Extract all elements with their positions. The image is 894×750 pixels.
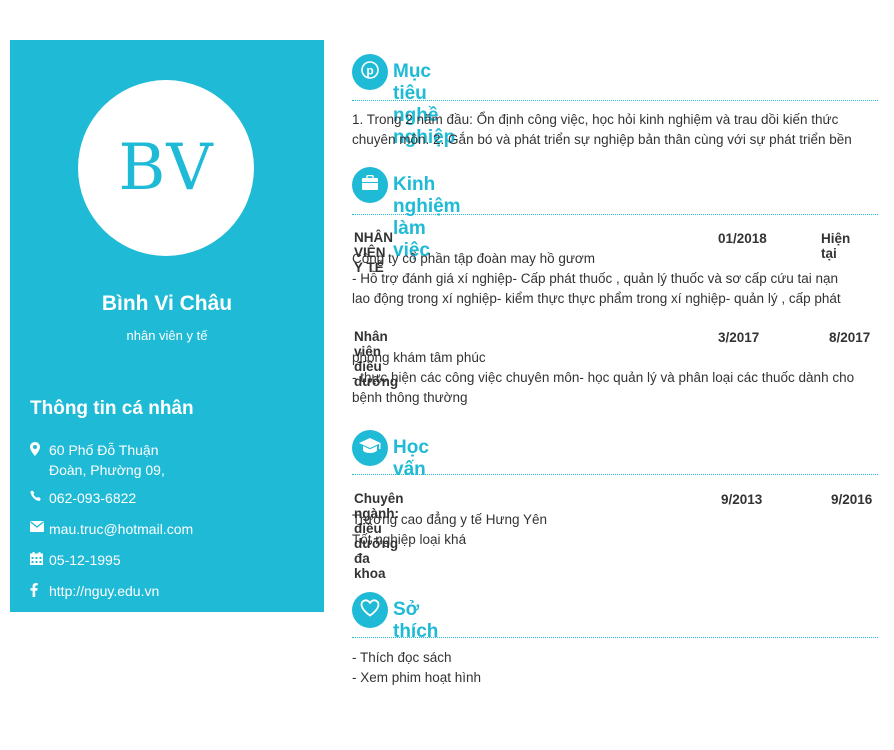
- objective-line-1: 1. Trong 2 năm đầu: Ổn định công việc, h…: [352, 112, 839, 127]
- avatar: BV: [78, 80, 254, 256]
- phone-number: 062-093-6822: [49, 490, 137, 506]
- job-2-end: 8/2017: [829, 330, 871, 345]
- website-link[interactable]: http://nguy.edu.vn: [49, 581, 159, 601]
- job-1-desc-line-1: - Hỗ trợ đánh giá xí nghiệp- Cấp phát th…: [352, 271, 839, 286]
- job-1-start: 01/2018: [718, 231, 767, 246]
- objective-divider: [352, 100, 878, 101]
- job-2-company: phòng khám tâm phúc: [352, 350, 486, 365]
- phone-icon: [30, 488, 49, 502]
- objective-line-2: chuyên môn. 2. Gắn bó và phát triển sự n…: [352, 132, 852, 147]
- job-2-desc-line-1: - thực hiện các công việc chuyên môn- họ…: [352, 370, 855, 385]
- map-marker-icon: [30, 440, 49, 456]
- avatar-initials: BV: [118, 131, 214, 205]
- phone-row: 062-093-6822: [30, 488, 136, 508]
- email-row: mau.truc@hotmail.com: [30, 519, 193, 539]
- job-2-desc-line-2: bệnh thông thường: [352, 390, 468, 405]
- briefcase-icon: [361, 174, 379, 196]
- email-address[interactable]: mau.truc@hotmail.com: [49, 519, 193, 539]
- job-2-start: 3/2017: [718, 330, 760, 345]
- address-row: 60 Phố Đỗ Thuận Đoàn, Phường 09,: [30, 440, 165, 480]
- experience-divider: [352, 214, 878, 215]
- profile-sidebar: BV Bình Vi Châu nhân viên y tế Thông tin…: [10, 40, 324, 612]
- hobby-item: - Thích đọc sách: [352, 650, 452, 665]
- heart-icon: [360, 598, 380, 622]
- job-2-details: phòng khám tâm phúc - thực hiện các công…: [352, 348, 878, 408]
- job-1-company: Công ty cổ phần tập đoàn may hồ gươm: [352, 251, 596, 266]
- objective-text: 1. Trong 2 năm đầu: Ổn định công việc, h…: [352, 110, 878, 150]
- website-row: http://nguy.edu.vn: [30, 581, 159, 601]
- education-start: 9/2013: [721, 492, 763, 507]
- education-end: 9/2016: [831, 492, 873, 507]
- education-details: Trường cao đẳng y tế Hưng Yên Tốt nghiệp…: [352, 510, 878, 550]
- hobby-item: - Xem phim hoạt hình: [352, 670, 482, 685]
- hobbies-list: - Thích đọc sách - Xem phim hoạt hình: [352, 648, 878, 688]
- envelope-icon: [30, 519, 49, 532]
- address-line-2: Đoàn, Phường 09,: [49, 462, 165, 478]
- profile-job-title: nhân viên y tế: [126, 328, 208, 343]
- pinterest-icon: p: [360, 60, 380, 85]
- date-of-birth: 05-12-1995: [49, 552, 121, 568]
- dob-row: 05-12-1995: [30, 550, 121, 570]
- job-1-desc-line-2: lao động trong xí nghiệp- kiểm thực thực…: [352, 291, 841, 306]
- address-line-1: 60 Phố Đỗ Thuận: [49, 442, 159, 458]
- education-school: Trường cao đẳng y tế Hưng Yên: [352, 512, 548, 527]
- profile-name: Bình Vi Châu: [101, 292, 233, 315]
- education-result: Tốt nghiệp loại khá: [352, 532, 467, 547]
- hobbies-divider: [352, 637, 878, 638]
- education-icon-badge: [352, 430, 388, 466]
- education-divider: [352, 474, 878, 475]
- hobbies-icon-badge: [352, 592, 388, 628]
- graduation-cap-icon: [359, 437, 381, 459]
- experience-icon-badge: [352, 167, 388, 203]
- calendar-icon: [30, 550, 49, 565]
- job-1-details: Công ty cổ phần tập đoàn may hồ gươm - H…: [352, 249, 878, 309]
- facebook-icon: [30, 581, 49, 597]
- personal-info-heading: Thông tin cá nhân: [30, 398, 194, 419]
- svg-text:p: p: [366, 63, 373, 77]
- objective-icon-badge: p: [352, 54, 388, 90]
